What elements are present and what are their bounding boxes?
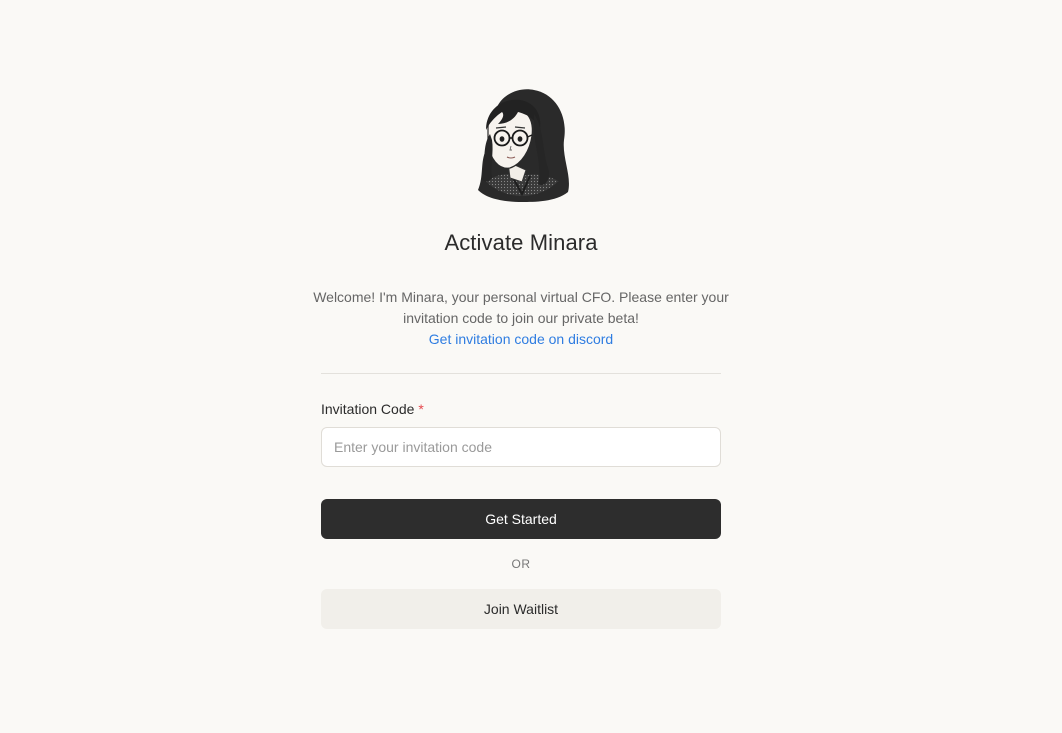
invitation-code-label-text: Invitation Code	[321, 401, 415, 417]
welcome-text-block: Welcome! I'm Minara, your personal virtu…	[311, 287, 731, 350]
join-waitlist-button[interactable]: Join Waitlist	[321, 589, 721, 629]
required-marker: *	[418, 401, 424, 417]
avatar-portrait-icon	[472, 89, 574, 202]
section-divider	[321, 373, 721, 374]
or-separator: OR	[511, 557, 531, 571]
minara-avatar	[464, 84, 580, 204]
get-started-button[interactable]: Get Started	[321, 499, 721, 539]
discord-invitation-link[interactable]: Get invitation code on discord	[311, 329, 731, 350]
page-title: Activate Minara	[444, 230, 598, 255]
invitation-code-input[interactable]	[321, 427, 721, 467]
invitation-code-label: Invitation Code *	[321, 401, 424, 417]
activation-page: Activate Minara Welcome! I'm Minara, you…	[0, 0, 1062, 733]
welcome-message: Welcome! I'm Minara, your personal virtu…	[313, 289, 729, 326]
